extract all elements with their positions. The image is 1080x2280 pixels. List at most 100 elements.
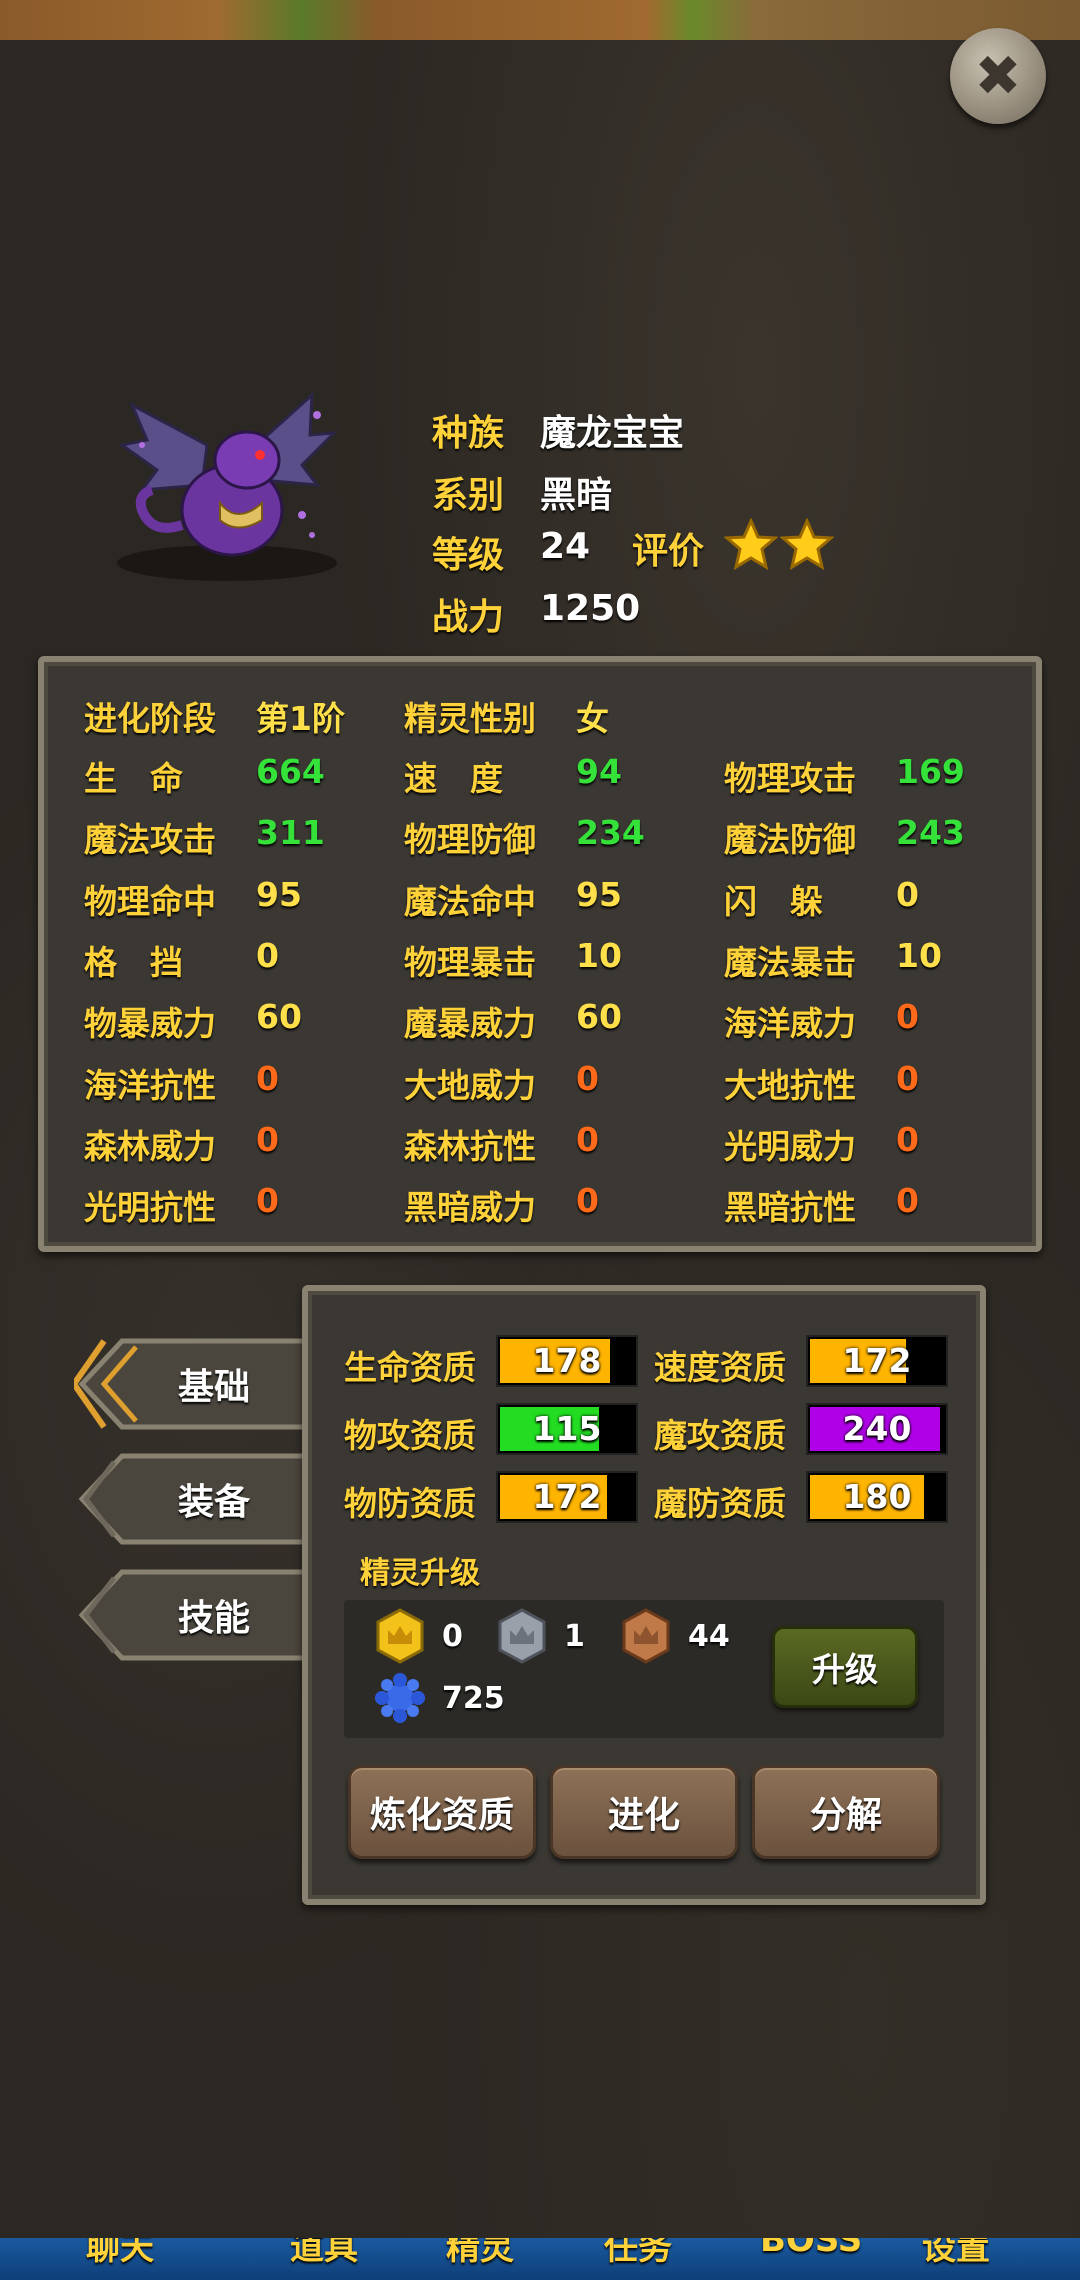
stat-cell: 大地抗性 0 bbox=[724, 1059, 919, 1107]
race-label: 种族 bbox=[432, 413, 505, 454]
stat-label: 森林威力 bbox=[84, 1126, 216, 1166]
aptitude-row: 魔防资质 180 bbox=[654, 1471, 948, 1525]
stat-cell: 物理防御 234 bbox=[404, 813, 645, 861]
level-row: 等级 24 bbox=[432, 526, 590, 578]
aptitude-bar: 115 bbox=[496, 1403, 638, 1455]
attribute-panel: 进化阶段 第1阶 精灵性别 女 生 命 664 速 度 94 物理攻击 169 魔法攻击 31… bbox=[38, 656, 1042, 1252]
race-row: 种族 魔龙宝宝 bbox=[432, 404, 684, 456]
stat-cell: 速 度 94 bbox=[404, 752, 622, 800]
aptitude-bar: 178 bbox=[496, 1335, 638, 1387]
star-icon bbox=[779, 517, 835, 571]
stat-cell: 闪 躲 0 bbox=[724, 875, 919, 923]
stat-cell: 生 命 664 bbox=[84, 752, 325, 800]
stat-value: 10 bbox=[576, 935, 622, 975]
stat-value: 60 bbox=[256, 997, 302, 1037]
stat-value: 311 bbox=[256, 813, 325, 853]
nav-spirits[interactable]: 精灵 bbox=[446, 2238, 514, 2269]
gold-medal-count: 0 bbox=[442, 1618, 463, 1654]
stat-value: 0 bbox=[896, 1181, 919, 1221]
stat-value: 0 bbox=[256, 1058, 279, 1098]
aptitude-label: 物防资质 bbox=[344, 1484, 476, 1523]
blue-crystal-icon bbox=[375, 1673, 425, 1723]
power-value: 1250 bbox=[540, 588, 641, 629]
stat-label: 物理命中 bbox=[84, 881, 216, 921]
stat-cell: 魔法暴击 10 bbox=[724, 936, 942, 984]
stat-value: 60 bbox=[576, 997, 622, 1037]
aptitude-label: 速度资质 bbox=[654, 1348, 786, 1387]
nav-items[interactable]: 道具 bbox=[290, 2238, 358, 2269]
nav-chat[interactable]: 聊天 bbox=[86, 2238, 154, 2269]
stat-cell: 格 挡 0 bbox=[84, 936, 279, 984]
tab-basic-label: 基础 bbox=[177, 1367, 250, 1408]
stat-cell: 海洋威力 0 bbox=[724, 997, 919, 1045]
tab-skills[interactable]: 技能 bbox=[74, 1566, 314, 1664]
gender-value: 女 bbox=[576, 699, 609, 738]
stat-value: 0 bbox=[256, 1119, 279, 1159]
refine-aptitude-button[interactable]: 炼化资质 bbox=[348, 1765, 536, 1859]
stat-label: 海洋威力 bbox=[724, 1004, 856, 1044]
stat-label: 魔法暴击 bbox=[724, 942, 856, 982]
stat-label: 闪 躲 bbox=[724, 881, 823, 921]
rating-row: 评价 bbox=[632, 517, 835, 574]
stat-label: 光明威力 bbox=[724, 1126, 856, 1166]
silver-medal-resource: 1 bbox=[494, 1608, 585, 1664]
nav-tasks[interactable]: 任务 bbox=[604, 2238, 672, 2269]
aptitude-value: 172 bbox=[842, 1341, 912, 1380]
silver-crown-medal-icon bbox=[498, 1608, 546, 1664]
bronze-crown-medal-icon bbox=[622, 1608, 670, 1664]
upgrade-button[interactable]: 升级 bbox=[772, 1626, 918, 1708]
aptitude-row: 物防资质 172 bbox=[344, 1471, 638, 1525]
stat-label: 格 挡 bbox=[84, 942, 183, 982]
stat-label: 黑暗抗性 bbox=[724, 1188, 856, 1228]
evolution-stage-label: 进化阶段 bbox=[84, 699, 216, 738]
decompose-button[interactable]: 分解 bbox=[752, 1765, 940, 1859]
power-row: 战力 1250 bbox=[432, 588, 640, 640]
element-row: 系别 黑暗 bbox=[432, 466, 612, 518]
stat-label: 魔法防御 bbox=[724, 820, 856, 860]
evolve-button[interactable]: 进化 bbox=[550, 1765, 738, 1859]
upgrade-title: 精灵升级 bbox=[360, 1556, 480, 1591]
gender: 精灵性别 女 bbox=[404, 692, 609, 740]
aptitude-label: 物攻资质 bbox=[344, 1416, 476, 1455]
stat-label: 物理防御 bbox=[404, 820, 536, 860]
close-button[interactable]: ✖ bbox=[950, 28, 1046, 124]
stat-label: 物理攻击 bbox=[724, 759, 856, 798]
tab-skills-label: 技能 bbox=[177, 1598, 250, 1639]
gold-crown-medal-icon bbox=[376, 1608, 424, 1664]
stat-cell: 魔法攻击 311 bbox=[84, 813, 325, 861]
stat-value: 169 bbox=[896, 752, 965, 791]
tab-equipment[interactable]: 装备 bbox=[74, 1450, 314, 1548]
power-label: 战力 bbox=[432, 597, 505, 638]
element-value: 黑暗 bbox=[540, 475, 613, 516]
stat-label: 黑暗威力 bbox=[404, 1188, 536, 1228]
stat-label: 魔法命中 bbox=[404, 881, 536, 921]
aptitude-bar: 180 bbox=[806, 1471, 948, 1523]
nav-boss[interactable]: BOSS bbox=[760, 2238, 862, 2260]
nav-settings[interactable]: 设置 bbox=[922, 2238, 990, 2269]
aptitude-bar: 240 bbox=[806, 1403, 948, 1455]
stat-value: 234 bbox=[576, 813, 645, 853]
crystal-resource: 725 bbox=[372, 1670, 505, 1726]
aptitude-bar: 172 bbox=[496, 1471, 638, 1523]
bronze-medal-resource: 44 bbox=[618, 1608, 730, 1664]
aptitude-value: 240 bbox=[842, 1409, 912, 1448]
level-label: 等级 bbox=[432, 535, 505, 576]
stat-label: 光明抗性 bbox=[84, 1188, 216, 1228]
stat-value: 0 bbox=[896, 1119, 919, 1159]
stat-value: 0 bbox=[256, 1181, 279, 1221]
aptitude-row: 生命资质 178 bbox=[344, 1335, 638, 1389]
stat-cell: 森林抗性 0 bbox=[404, 1120, 599, 1168]
silver-medal-count: 1 bbox=[564, 1618, 585, 1654]
stat-cell: 黑暗威力 0 bbox=[404, 1181, 599, 1229]
stat-label: 生 命 bbox=[84, 759, 183, 798]
dragon-creature-image bbox=[117, 391, 338, 581]
aptitude-label: 魔攻资质 bbox=[654, 1416, 786, 1455]
stat-value: 10 bbox=[896, 935, 942, 975]
stat-cell: 物理命中 95 bbox=[84, 875, 302, 923]
stat-cell: 魔法命中 95 bbox=[404, 875, 622, 923]
aptitude-value: 178 bbox=[532, 1341, 602, 1380]
top-scene-strip bbox=[0, 0, 1080, 40]
stat-value: 95 bbox=[256, 874, 302, 914]
tab-basic[interactable]: 基础 bbox=[74, 1335, 314, 1433]
stat-cell: 光明威力 0 bbox=[724, 1120, 919, 1168]
